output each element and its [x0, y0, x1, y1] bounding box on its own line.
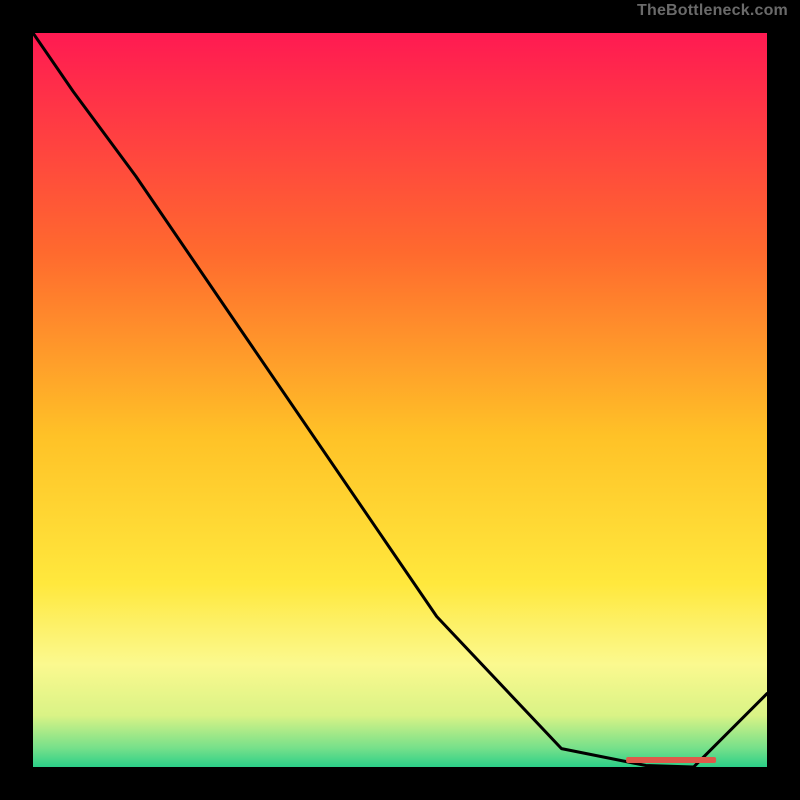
optimum-marker — [626, 757, 716, 763]
chart-svg — [33, 33, 767, 767]
background-gradient — [33, 33, 767, 767]
chart-container: TheBottleneck.com — [0, 0, 800, 800]
attribution-text: TheBottleneck.com — [637, 2, 788, 20]
plot-area — [33, 33, 767, 767]
